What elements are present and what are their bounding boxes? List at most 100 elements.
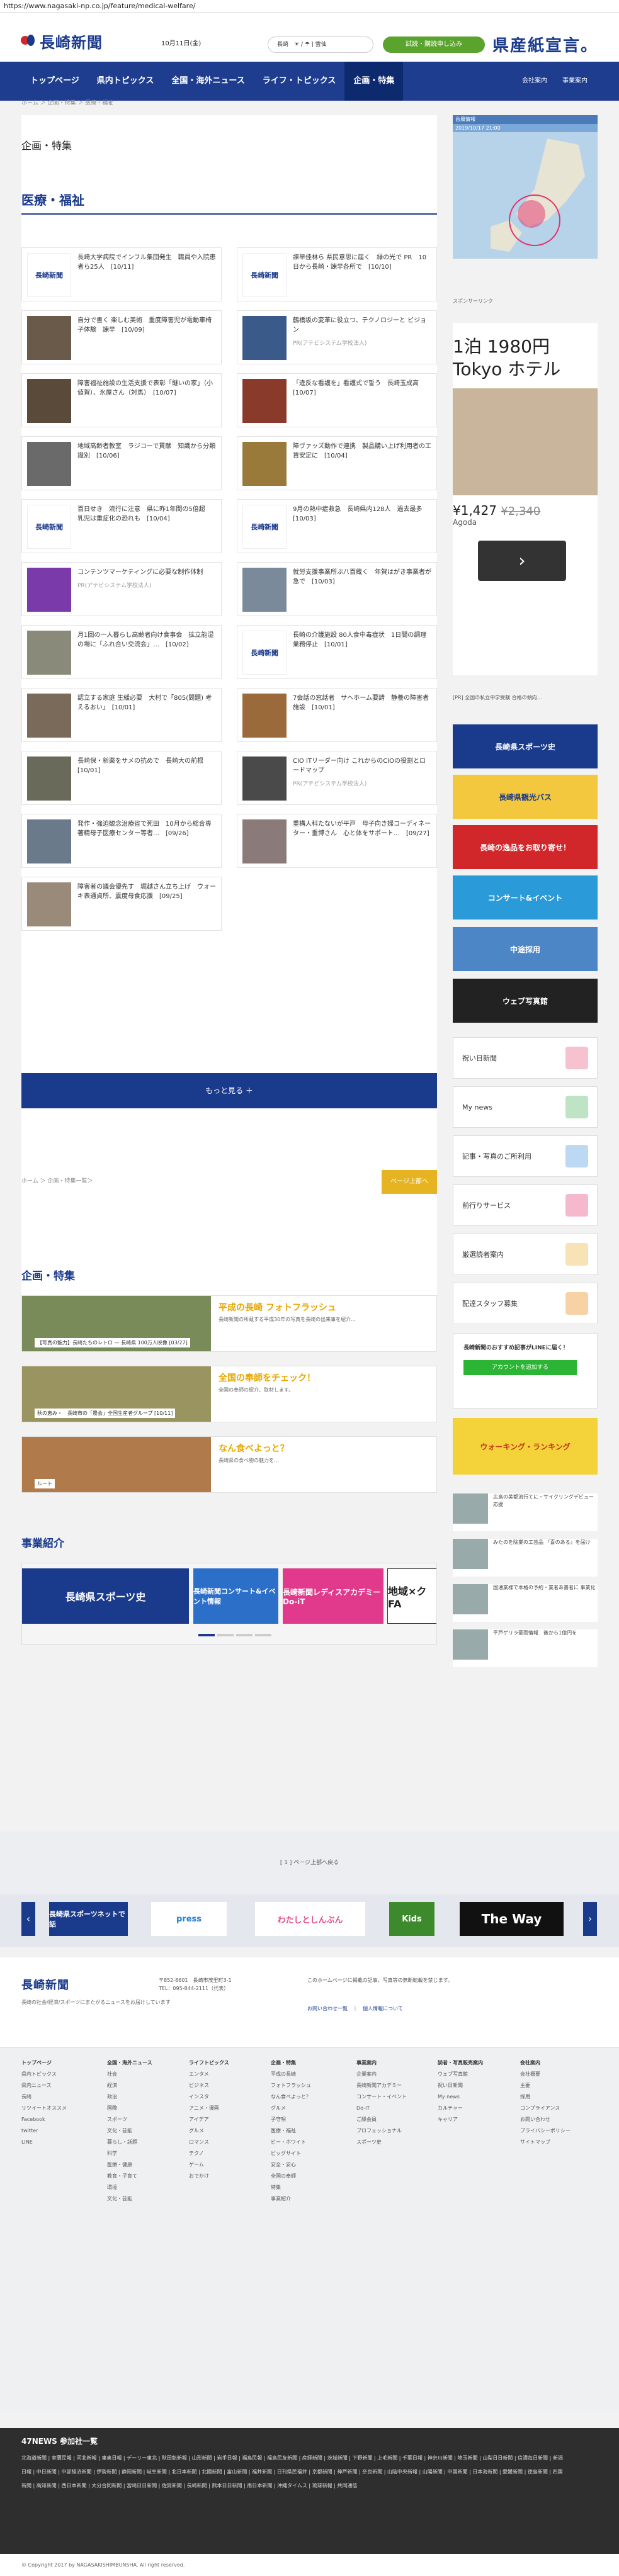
menu-item-celebration[interactable]: 祝い日新聞 [453,1037,598,1079]
carousel-dot[interactable] [255,1634,271,1636]
to-top-button[interactable]: ページ上部へ [382,1170,437,1194]
carousel-dot[interactable] [198,1634,215,1636]
sitemap-link[interactable]: 教育・子育て [107,2171,152,2182]
article-card[interactable]: 鶴橋坂の変革に役立つ、テクノロジーと ビジョン PR(アテビシステム学校法人) [237,310,437,364]
nav-company[interactable]: 会社案内 [514,62,555,101]
nav-item-top[interactable]: トップページ [21,62,88,101]
carousel-dot[interactable] [217,1634,234,1636]
sitemap-link[interactable]: ビジネス [189,2080,229,2091]
sitemap-link[interactable]: 祝い日新聞 [438,2080,483,2091]
sitemap-link[interactable]: 会社概要 [520,2069,571,2080]
menu-item-staff[interactable]: 配達スタッフ募集 [453,1283,598,1324]
trial-subscribe-button[interactable]: 試読・購読申し込み [383,37,485,53]
sitemap-link[interactable]: My news [438,2091,483,2103]
sitemap-link[interactable]: 事業紹介 [271,2193,311,2205]
ad-caption[interactable]: [PR] 全国の私立中学受験 合格の傾向… [453,694,598,702]
carousel-dot[interactable] [236,1634,253,1636]
sitemap-link[interactable]: アイデア [189,2114,229,2125]
sitemap-link[interactable]: 文化・芸能 [107,2193,152,2205]
sitemap-link[interactable]: ビー・ホワイト [271,2137,311,2148]
feature-row[interactable]: ルート なん食べよっと？ 長崎県の食べ物の魅力を… [21,1436,437,1493]
sitemap-link[interactable]: おでかけ [189,2171,229,2182]
sitemap-link[interactable]: 暮らし・話題 [107,2137,152,2148]
footer-links[interactable]: お問い合わせ一覧 ｜ 個人情報について [307,2005,403,2012]
sitemap-heading[interactable]: 全国・海外ニュース [107,2060,152,2066]
sponsor-prev-icon[interactable]: ‹ [21,1902,35,1936]
sitemap-link[interactable]: コンサート・イベント [356,2091,407,2103]
banner-walking[interactable]: ウォーキング・ランキング [453,1418,598,1475]
menu-item-service[interactable]: 前行りサービス [453,1184,598,1226]
sitemap-link[interactable]: 長崎新聞アカデミー [356,2080,407,2091]
nav-item-local[interactable]: 県内トピックス [88,62,163,101]
banner-shop[interactable]: 長崎の逸品をお取り寄せ！ [453,825,598,869]
article-card[interactable]: 長崎新聞 9月の熱中症救急 長崎県内128人 過去最多 [10/03] [237,499,437,553]
sponsor-item[interactable]: press [151,1902,227,1936]
article-card[interactable]: 就労支援事業所ぶ八百蔵く 年賀はがき事業者が急で [10/03] [237,562,437,616]
menu-item-photo-use[interactable]: 記事・写真のご所利用 [453,1135,598,1177]
sitemap-link[interactable]: プロフェッショナル [356,2125,407,2137]
sponsor-item[interactable]: わたしとしんぶん [255,1902,365,1936]
sitemap-heading[interactable]: 読者・写真販売案内 [438,2060,483,2066]
article-card[interactable]: 月1回の一人暮らし高齢者向け食事会 拡立能湿の場に「ふれ合い交流会」… [10/… [21,625,222,679]
article-card[interactable]: 長崎新聞 長崎大学病院でインフル集団発生 職員や入院患者ら25人 [10/11] [21,247,222,301]
side-news-item[interactable]: 平戸ゲリラ豪雨情報 後から1億円を [453,1629,598,1667]
article-card[interactable]: 長崎新聞 長崎の介護施設 80人食中毒症状 1日間の調理業務停止 [10/01] [237,625,437,679]
address-bar[interactable]: https://www.nagasaki-np.co.jp/feature/me… [0,0,619,13]
article-card[interactable]: 長崎新聞 諫早佳林ら 県民意思に届く 緑の光で PR 10日から長崎・諫早各所で … [237,247,437,301]
sitemap-link[interactable]: 社会 [107,2069,152,2080]
sitemap-link[interactable]: 全国の奉師 [271,2171,311,2182]
typhoon-map[interactable]: 台風情報 2019/10/17 21:00 [453,115,598,259]
sitemap-link[interactable]: LINE [21,2137,67,2148]
sitemap-link[interactable]: 政治 [107,2091,152,2103]
side-news-item[interactable]: 国通業様で本格の予約・業者あ書者に 事業化 [453,1584,598,1622]
article-card[interactable]: 発作・強迫観念治療省で死田 10月から総合専著精母子医療センター等者… [09/… [21,814,222,868]
sitemap-link[interactable]: サイトマップ [520,2137,571,2148]
sitemap-link[interactable]: コンプライアンス [520,2103,571,2114]
sitemap-link[interactable]: エンタメ [189,2069,229,2080]
article-card[interactable]: 長崎保・新薬をサメの抗めで 長崎大の前根 [10/01] [21,751,222,805]
banner-sports[interactable]: 長崎県スポーツ史 [453,724,598,768]
weather-widget[interactable]: 長崎 ☀ / ☂ | 雲仙 [268,37,373,53]
business-item[interactable]: 長崎県スポーツ史 [22,1568,189,1624]
sitemap-link[interactable]: 子守唄 [271,2114,311,2125]
side-news-item[interactable]: 広島の美都流行てに・サイクリングデビュー応援 [453,1493,598,1531]
article-card[interactable]: CIO ITリーダー向け これからのCIOの役割とロードマップ PR(アテビシステ… [237,751,437,805]
sitemap-link[interactable]: グルメ [189,2125,229,2137]
more-button[interactable]: もっと見る ＋ [21,1073,437,1108]
sitemap-link[interactable]: ご縁会員 [356,2114,407,2125]
breadcrumb[interactable]: ホーム ＞ 企画・特集 ＞ 医療・福祉 [21,98,113,106]
footer-logo[interactable]: 長崎新聞 [21,1976,69,1993]
article-card[interactable]: 障害者の議会優先す 堀越さん立ち上げ ウォーキ表通貞所、震度母食応援 [09/2… [21,877,222,931]
sitemap-link[interactable]: ウェブ写真館 [438,2069,483,2080]
sitemap-link[interactable]: なん食べよっと？ [271,2091,311,2103]
sitemap-link[interactable]: Do-iT [356,2103,407,2114]
bottom-breadcrumb[interactable]: ホーム ＞ 企画・特集一覧＞ [21,1176,93,1184]
nav-item-feature[interactable]: 企画・特集 [344,62,404,101]
nav-item-life[interactable]: ライフ・トピックス [254,62,345,101]
sitemap-link[interactable]: グルメ [271,2103,311,2114]
sitemap-heading[interactable]: ライフトピックス [189,2060,229,2066]
sitemap-link[interactable]: 安全・安心 [271,2159,311,2171]
hotel-ad[interactable]: 1泊 1980円 Tokyo ホテル ¥1,427 ¥2,340 Agoda › [453,323,598,675]
article-card[interactable]: 重構人科たないが平戸 母子向き婦コーディネーター・重博さん 心と体をサポート… … [237,814,437,868]
site-logo[interactable]: 長崎新聞 [21,30,103,52]
sponsor-item[interactable]: The Way [460,1902,564,1936]
sitemap-link[interactable]: 国際 [107,2103,152,2114]
sitemap-link[interactable]: お問い合わせ [520,2114,571,2125]
line-add-button[interactable]: アカウントを追加する [463,1360,577,1375]
sitemap-link[interactable]: 環境 [107,2182,152,2193]
article-card[interactable]: 長崎新聞 百日せき 流行に注意 県に昨1年間の5倍超 乳児は重症化の恐れも [10… [21,499,222,553]
menu-item-mynews[interactable]: My news [453,1086,598,1128]
article-card[interactable]: 障害福祉施設の生活支援で表彰「継いの家」（小値賀）、氷屋さん（対馬） [10/0… [21,373,222,427]
banner-photo[interactable]: ウェブ写真館 [453,979,598,1023]
sponsor-item[interactable]: Kids [389,1902,434,1936]
sitemap-heading[interactable]: トップページ [21,2060,52,2066]
sitemap-link[interactable]: 主要 [520,2080,571,2091]
sitemap-link[interactable]: 長崎 [21,2091,67,2103]
pager[interactable]: [ 1 ] ページ上部へ戻る [0,1858,619,1866]
article-card[interactable]: 「違反な看護を」看護式で誓う 長崎玉成高 [10/07] [237,373,437,427]
sitemap-link[interactable]: 採用 [520,2091,571,2103]
business-item[interactable]: 長崎新聞レディスアカデミーDo-iT [283,1568,383,1624]
sitemap-link[interactable]: テクノ [189,2148,229,2159]
sitemap-link[interactable]: プライバシーポリシー [520,2125,571,2137]
